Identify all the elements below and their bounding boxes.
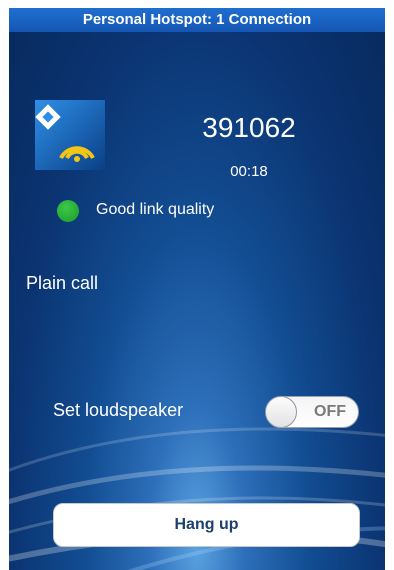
call-type-label: Plain call [26,273,99,293]
hang-up-button[interactable]: Hang up [53,503,360,547]
link-quality-label: Good link quality [96,201,215,218]
phone-number: 391062 [202,112,296,143]
loudspeaker-label: Set loudspeaker [53,400,184,420]
toggle-state-label: OFF [314,403,346,420]
call-duration: 00:18 [230,163,268,180]
toggle-knob[interactable] [266,397,297,427]
status-bar: Personal Hotspot: 1 Connection [9,8,385,32]
link-quality-indicator [57,200,79,222]
call-screen: Personal Hotspot: 1 Connection 391062 00… [9,8,385,570]
wifi-logo-icon [35,100,105,170]
phone-screen: Personal Hotspot: 1 Connection 391062 00… [0,0,394,570]
loudspeaker-toggle[interactable]: OFF [265,396,359,428]
